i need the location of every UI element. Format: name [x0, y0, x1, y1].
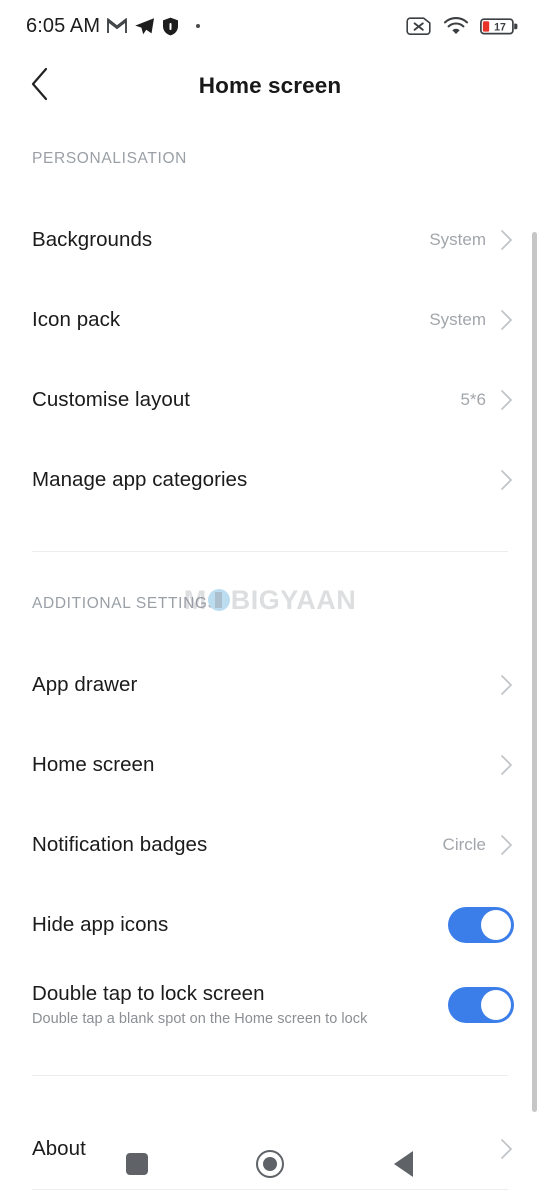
more-dot-icon — [196, 24, 201, 28]
svg-text:17: 17 — [494, 21, 506, 33]
triangle-left-icon — [393, 1151, 413, 1177]
home-button[interactable] — [239, 1133, 301, 1195]
row-title: Notification badges — [32, 833, 208, 857]
circle-icon — [255, 1150, 284, 1178]
battery-icon: 17 — [480, 17, 518, 36]
row-value: Circle — [442, 835, 486, 854]
row-texts: Manage app categories — [32, 468, 486, 492]
row-texts: Home screen — [32, 753, 486, 777]
status-bar-right: 17 — [406, 16, 518, 36]
recents-button[interactable] — [106, 1133, 168, 1195]
row-texts: Hide app icons — [32, 913, 448, 937]
no-sim-icon — [406, 16, 432, 36]
square-icon — [125, 1153, 148, 1175]
row-texts: Customise layout — [32, 388, 460, 412]
row-backgrounds[interactable]: Backgrounds System — [0, 200, 540, 280]
navigation-bar — [0, 1128, 540, 1200]
row-title: Backgrounds — [32, 228, 153, 252]
settings-list: PERSONALISATION Backgrounds System Icon … — [0, 120, 540, 1190]
row-notification-badges[interactable]: Notification badges Circle — [0, 805, 540, 885]
row-manage-app-categories[interactable]: Manage app categories — [0, 440, 540, 520]
row-icon-pack[interactable]: Icon pack System — [0, 280, 540, 360]
row-value: System — [429, 230, 486, 249]
scrollbar-thumb[interactable] — [532, 232, 537, 1112]
status-bar-left: 6:05 AM — [26, 15, 406, 38]
row-texts: Icon pack — [32, 308, 429, 332]
phone-screen: 6:05 AM 17 Home screen PERSONALISATION B… — [0, 0, 540, 1200]
chevron-right-icon — [500, 469, 514, 491]
chevron-right-icon — [500, 229, 514, 251]
app-header: Home screen — [0, 52, 540, 120]
row-app-drawer[interactable]: App drawer — [0, 645, 540, 725]
row-title: Home screen — [32, 753, 155, 777]
row-hide-app-icons[interactable]: Hide app icons — [0, 885, 540, 965]
row-value: 5*6 — [460, 390, 486, 409]
section-header-personalisation: PERSONALISATION — [32, 150, 188, 167]
shield-icon — [162, 17, 179, 36]
hide-app-icons-toggle[interactable] — [448, 907, 514, 943]
row-value: System — [429, 310, 486, 329]
chevron-right-icon — [500, 309, 514, 331]
chevron-right-icon — [500, 754, 514, 776]
row-double-tap-to-lock-screen[interactable]: Double tap to lock screen Double tap a b… — [0, 965, 540, 1045]
row-texts: Backgrounds — [32, 228, 429, 252]
row-customise-layout[interactable]: Customise layout 5*6 — [0, 360, 540, 440]
chevron-left-icon — [29, 67, 51, 106]
chevron-right-icon — [500, 834, 514, 856]
row-title: Hide app icons — [32, 913, 169, 937]
telegram-icon — [134, 17, 155, 36]
row-title: Manage app categories — [32, 468, 248, 492]
back-button[interactable] — [8, 54, 72, 118]
row-title: Double tap to lock screen — [32, 981, 265, 1005]
back-nav-button[interactable] — [372, 1133, 434, 1195]
wifi-icon — [444, 17, 468, 35]
chevron-right-icon — [500, 674, 514, 696]
status-bar-clock: 6:05 AM — [26, 14, 101, 37]
row-texts: Notification badges — [32, 833, 443, 857]
row-texts: Double tap to lock screen Double tap a b… — [32, 982, 448, 1028]
row-title: Customise layout — [32, 388, 191, 412]
section-header-additional-settings: ADDITIONAL SETTINGS — [32, 595, 219, 612]
row-title: App drawer — [32, 673, 138, 697]
row-texts: App drawer — [32, 673, 486, 697]
row-home-screen[interactable]: Home screen — [0, 725, 540, 805]
row-title: Icon pack — [32, 308, 121, 332]
double-tap-lock-toggle[interactable] — [448, 987, 514, 1023]
page-title: Home screen — [198, 73, 342, 98]
chevron-right-icon — [500, 389, 514, 411]
toggle-knob — [481, 910, 511, 940]
row-subtitle: Double tap a blank spot on the Home scre… — [32, 1011, 368, 1028]
status-bar: 6:05 AM 17 — [0, 0, 540, 52]
toggle-knob — [481, 990, 511, 1020]
gmail-icon — [107, 18, 127, 34]
